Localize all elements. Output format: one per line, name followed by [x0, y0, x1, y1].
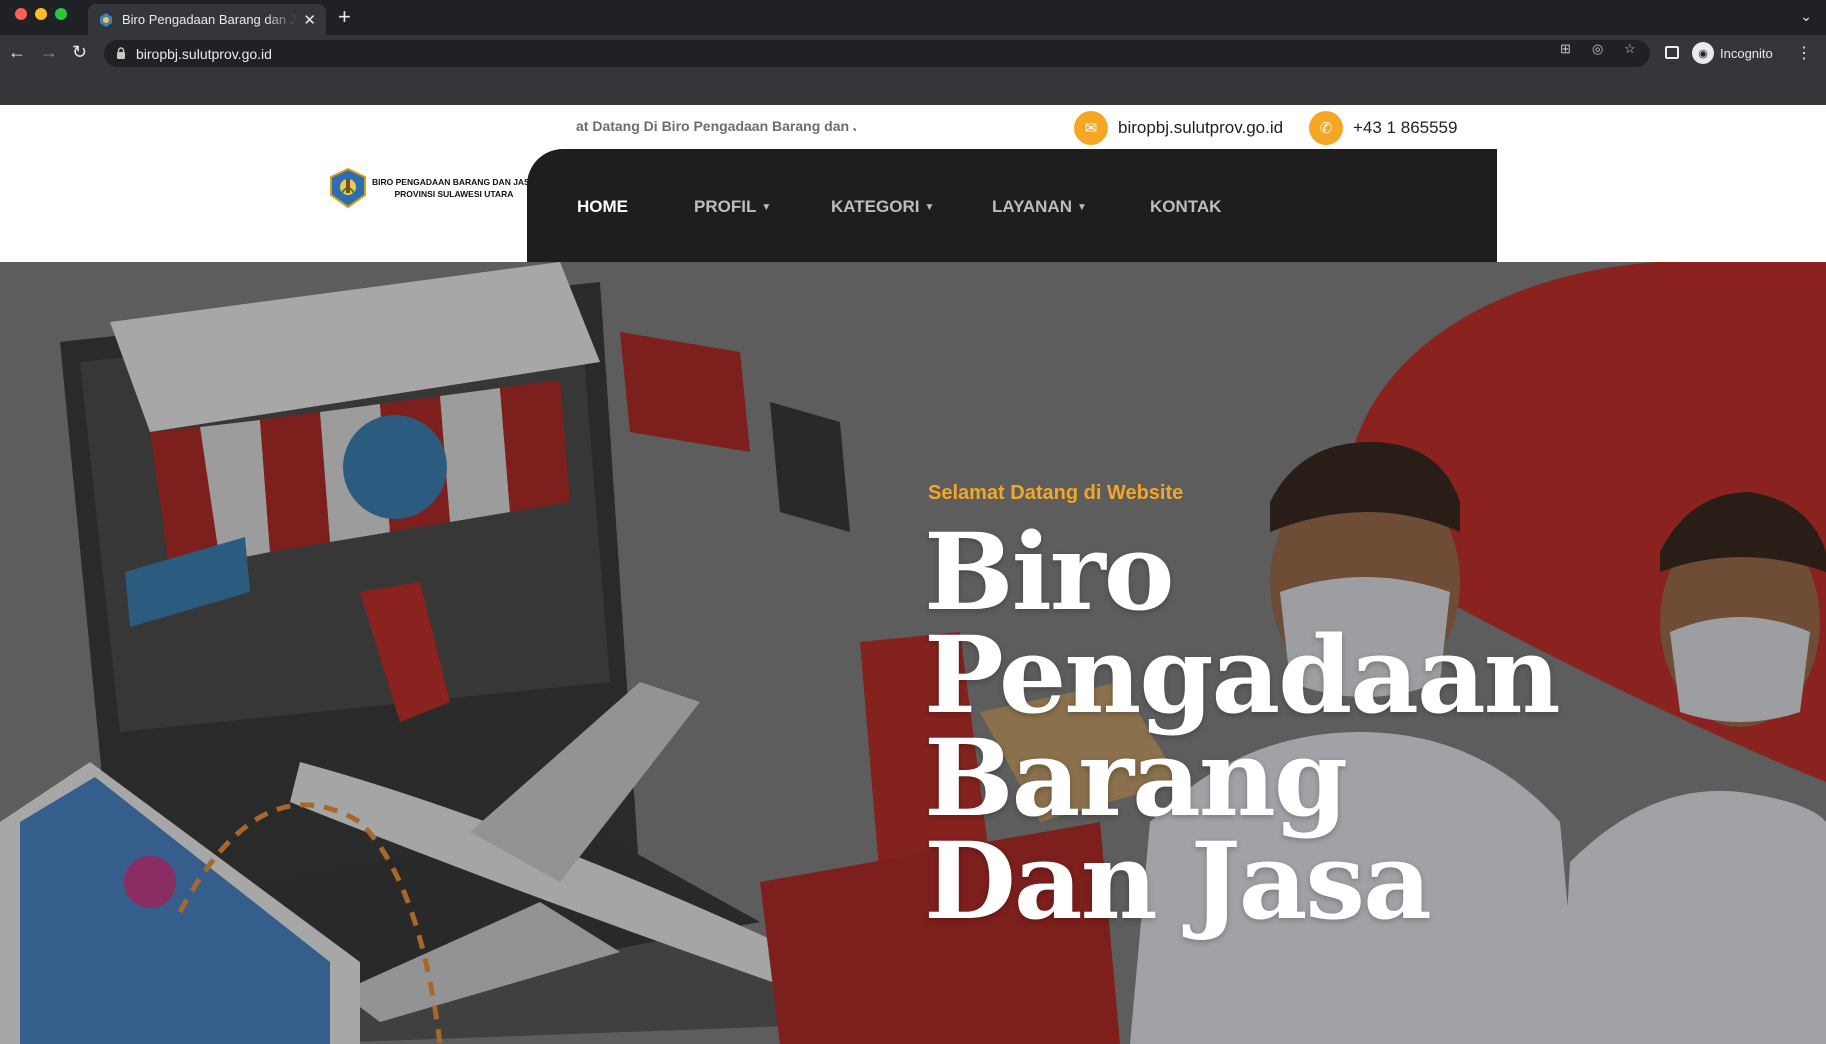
logo-text: BIRO PENGADAAN BARANG DAN JASA PROVINSI …	[372, 176, 536, 200]
tab-search-chevron-icon[interactable]: ⌄	[1800, 8, 1812, 25]
forward-arrow-icon[interactable]: →	[40, 43, 58, 61]
logo-line-1: BIRO PENGADAAN BARANG DAN JASA	[372, 177, 536, 187]
hero-banner: Selamat Datang di Website Biro Pengadaan…	[0, 262, 1826, 1044]
incognito-icon: ◉	[1692, 42, 1714, 64]
site-logo[interactable]: BIRO PENGADAAN BARANG DAN JASA PROVINSI …	[328, 167, 536, 209]
chevron-down-icon: ▼	[761, 201, 772, 213]
minimize-window-button[interactable]	[35, 8, 47, 20]
nav-item-kontak[interactable]: KONTAK	[1150, 197, 1221, 217]
chevron-down-icon: ▼	[924, 201, 935, 213]
browser-tab-strip: Biro Pengadaan Barang dan Jasa ✕ + ⌄	[0, 0, 1826, 35]
eye-off-icon[interactable]: ◎	[1592, 42, 1603, 55]
province-emblem-icon	[330, 167, 366, 209]
url-text[interactable]: biropbj.sulutprov.go.id	[136, 46, 272, 62]
back-arrow-icon[interactable]: ←	[8, 43, 26, 61]
chevron-down-icon: ▼	[1077, 201, 1087, 213]
email-text[interactable]: biropbj.sulutprov.go.id	[1118, 118, 1283, 138]
nav-home-label: HOME	[577, 197, 628, 216]
top-info-bar: at Datang Di Biro Pengadaan Barang dan J…	[0, 105, 1826, 149]
close-window-button[interactable]	[15, 8, 27, 20]
nav-item-profil[interactable]: PROFIL ▼	[694, 197, 771, 217]
star-icon[interactable]: ☆	[1624, 42, 1636, 55]
address-bar[interactable]: biropbj.sulutprov.go.id	[104, 40, 1650, 67]
mail-icon: ✉	[1074, 111, 1108, 145]
phone-text[interactable]: +43 1 865559	[1353, 118, 1457, 138]
incognito-label: Incognito	[1720, 45, 1773, 61]
tab-title: Biro Pengadaan Barang dan Jasa	[122, 12, 297, 27]
side-panel-icon[interactable]	[1665, 46, 1679, 59]
main-navigation: HOME PROFIL ▼ KATEGORI ▼ LAYANAN ▼ KONTA…	[527, 149, 1497, 262]
email-contact[interactable]: ✉ biropbj.sulutprov.go.id	[1074, 111, 1283, 145]
browser-toolbar: ← → ↻ biropbj.sulutprov.go.id ⊞ ◎ ☆ ◉ In…	[0, 35, 1826, 71]
hero-title: Biro Pengadaan Barang Dan Jasa	[924, 509, 1561, 943]
nav-item-home[interactable]: HOME	[577, 197, 628, 217]
web-page: at Datang Di Biro Pengadaan Barang dan J…	[0, 105, 1826, 1044]
tab-close-icon[interactable]: ✕	[303, 11, 316, 29]
logo-line-2: PROVINSI SULAWESI UTARA	[394, 189, 514, 199]
nav-kategori-label: KATEGORI	[831, 197, 920, 216]
browser-tab[interactable]: Biro Pengadaan Barang dan Jasa ✕	[88, 4, 326, 35]
reload-icon[interactable]: ↻	[72, 43, 87, 61]
nav-item-kategori[interactable]: KATEGORI ▼	[831, 197, 934, 217]
nav-layanan-label: LAYANAN	[992, 197, 1072, 216]
hero-subtitle: Selamat Datang di Website	[928, 482, 1184, 504]
site-header: BIRO PENGADAAN BARANG DAN JASA PROVINSI …	[0, 149, 1826, 262]
lock-icon	[117, 47, 125, 59]
nav-profil-label: PROFIL	[694, 197, 757, 216]
more-menu-icon[interactable]: ⋮	[1796, 43, 1812, 63]
phone-contact[interactable]: ✆ +43 1 865559	[1309, 111, 1457, 145]
phone-icon: ✆	[1309, 111, 1343, 145]
nav-kontak-label: KONTAK	[1150, 197, 1222, 216]
maximize-window-button[interactable]	[55, 8, 67, 20]
welcome-marquee: at Datang Di Biro Pengadaan Barang dan J…	[576, 118, 856, 134]
nav-item-layanan[interactable]: LAYANAN ▼	[992, 197, 1087, 217]
new-tab-icon[interactable]: +	[338, 6, 351, 28]
incognito-profile-button[interactable]: ◉ Incognito	[1692, 42, 1773, 64]
translate-icon[interactable]: ⊞	[1560, 42, 1571, 55]
browser-infobar	[0, 71, 1826, 105]
favicon-icon	[100, 12, 112, 27]
